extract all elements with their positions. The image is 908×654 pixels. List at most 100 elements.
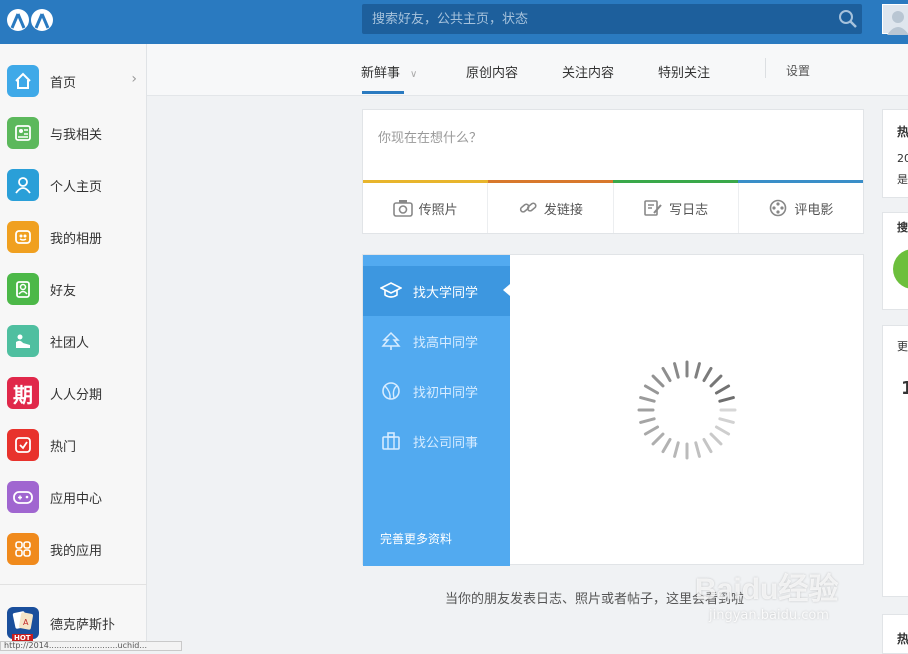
watermark-url: jingyan.baidu.com — [709, 608, 829, 623]
finder-label: 找初中同学 — [413, 385, 479, 401]
finder-item-university[interactable]: 找大学同学 — [363, 266, 510, 316]
sidebar-item-label: 好友 — [50, 283, 77, 299]
spinner-tick — [639, 417, 656, 424]
right-card-hot-2: 热 — [882, 614, 908, 654]
spinner-tick — [714, 425, 731, 436]
tab-label: 新鲜事 — [361, 66, 401, 81]
spinner-tick — [661, 437, 672, 454]
tab-settings[interactable]: 设置 — [786, 62, 810, 79]
write-blog-button[interactable]: 写日志 — [614, 183, 739, 233]
tab-news-feed[interactable]: 新鲜事 ∨ — [361, 62, 417, 81]
right-card-title: 更 — [897, 340, 908, 353]
sidebar-item-label: 热门 — [50, 439, 77, 455]
composer-input[interactable]: 你现在在想什么？ — [378, 127, 482, 146]
spinner-tick — [718, 396, 735, 403]
spinner-tick — [694, 362, 701, 379]
spinner-tick — [673, 441, 680, 458]
contact-card-icon — [7, 117, 39, 149]
sidebar-item-label: 我的应用 — [50, 543, 103, 559]
search-box — [362, 4, 862, 34]
briefcase-icon — [379, 429, 403, 453]
graduation-cap-icon — [379, 279, 403, 303]
composer-actions: 传照片 发链接 写日志 评电影 — [363, 183, 863, 233]
top-bar — [0, 0, 908, 44]
left-sidebar: 首页 › 与我相关 个人主页 我的相册 好友 社团人 期 人人分期 热门 应用中… — [0, 44, 147, 649]
film-reel-icon — [770, 199, 787, 217]
sidebar-item-label: 个人主页 — [50, 179, 103, 195]
right-card-search: 搜 — [882, 212, 908, 310]
sidebar-item-label: 我的相册 — [50, 231, 103, 247]
spinner-tick — [714, 384, 731, 395]
spinner-tick — [643, 425, 660, 436]
sidebar-item-my-apps[interactable]: 我的应用 — [0, 523, 147, 575]
finder-item-middle-school[interactable]: 找初中同学 — [363, 366, 510, 416]
right-card-glyph: 1 — [901, 378, 908, 399]
spinner-tick — [661, 366, 672, 383]
sidebar-item-label: 与我相关 — [50, 127, 103, 143]
right-card-title: 搜 — [897, 221, 908, 234]
sidebar-item-related[interactable]: 与我相关 — [0, 107, 147, 159]
sidebar-item-home[interactable]: 首页 › — [0, 55, 147, 107]
right-card-title: 热 — [897, 125, 908, 139]
right-card-text: 20 — [897, 152, 908, 165]
search-input[interactable] — [362, 4, 832, 34]
right-card-title: 热 — [897, 632, 908, 646]
right-card-hot: 热 20 是 — [882, 109, 908, 198]
album-icon — [7, 221, 39, 253]
spinner-tick — [718, 417, 735, 424]
home-icon — [7, 65, 39, 97]
finder-label: 找大学同学 — [413, 285, 479, 301]
active-tab-indicator — [362, 91, 404, 94]
poker-game-icon: A HOT — [7, 607, 39, 642]
spinner-tick — [643, 384, 660, 395]
spinner-tick — [709, 432, 723, 446]
sidebar-item-app-center[interactable]: 应用中心 — [0, 471, 147, 523]
tab-original[interactable]: 原创内容 — [466, 62, 518, 81]
chevron-right-icon: › — [131, 71, 137, 87]
sidebar-item-installment[interactable]: 期 人人分期 — [0, 367, 147, 419]
app-badge-icon[interactable] — [893, 249, 908, 289]
find-friends-panel: 找大学同学 找高中同学 找初中同学 找公司同事 完善更多资料 — [362, 254, 864, 566]
right-card-more: 更 1 — [882, 325, 908, 597]
tab-following[interactable]: 关注内容 — [562, 62, 614, 81]
sidebar-item-label: 应用中心 — [50, 491, 103, 507]
post-link-button[interactable]: 发链接 — [488, 183, 614, 233]
search-icon[interactable] — [838, 9, 858, 29]
user-avatar[interactable] — [882, 4, 908, 35]
sidebar-item-label: 社团人 — [50, 335, 90, 351]
upload-photo-button[interactable]: 传照片 — [363, 183, 489, 233]
apps-grid-icon — [7, 533, 39, 565]
sidebar-item-label: 人人分期 — [50, 387, 103, 403]
browser-status-bar: http://2014...........................uc… — [0, 641, 182, 651]
spinner-tick — [709, 374, 723, 388]
sidebar-item-album[interactable]: 我的相册 — [0, 211, 147, 263]
spinner-tick — [651, 432, 665, 446]
tree-icon — [379, 329, 403, 353]
spinner-tick — [702, 437, 713, 454]
renren-logo[interactable] — [6, 6, 54, 34]
sidebar-divider — [0, 584, 147, 585]
baidu-watermark: Baidu经验 jingyan.baidu.com — [695, 556, 865, 626]
ball-icon — [379, 379, 403, 403]
spinner-tick — [651, 374, 665, 388]
camera-icon — [392, 200, 413, 217]
sidebar-item-label: 德克萨斯扑 — [50, 617, 116, 633]
review-movie-button[interactable]: 评电影 — [739, 183, 863, 233]
sidebar-item-club[interactable]: 社团人 — [0, 315, 147, 367]
watermark-text: Baidu经验 — [695, 573, 839, 606]
sidebar-item-friends[interactable]: 好友 — [0, 263, 147, 315]
finder-item-high-school[interactable]: 找高中同学 — [363, 316, 510, 366]
club-icon — [7, 325, 39, 357]
finder-label: 找公司同事 — [413, 435, 479, 451]
finder-item-colleagues[interactable]: 找公司同事 — [363, 416, 510, 466]
gamepad-icon — [7, 481, 39, 513]
complete-profile-link[interactable]: 完善更多资料 — [380, 530, 452, 547]
sidebar-item-profile[interactable]: 个人主页 — [0, 159, 147, 211]
tab-special-follow[interactable]: 特别关注 — [658, 62, 710, 81]
action-label: 写日志 — [669, 202, 709, 218]
chevron-down-icon[interactable]: ∨ — [410, 69, 417, 80]
installment-icon: 期 — [7, 377, 39, 409]
action-label: 发链接 — [543, 202, 583, 218]
spinner-tick — [639, 396, 656, 403]
sidebar-item-hot[interactable]: 热门 — [0, 419, 147, 471]
